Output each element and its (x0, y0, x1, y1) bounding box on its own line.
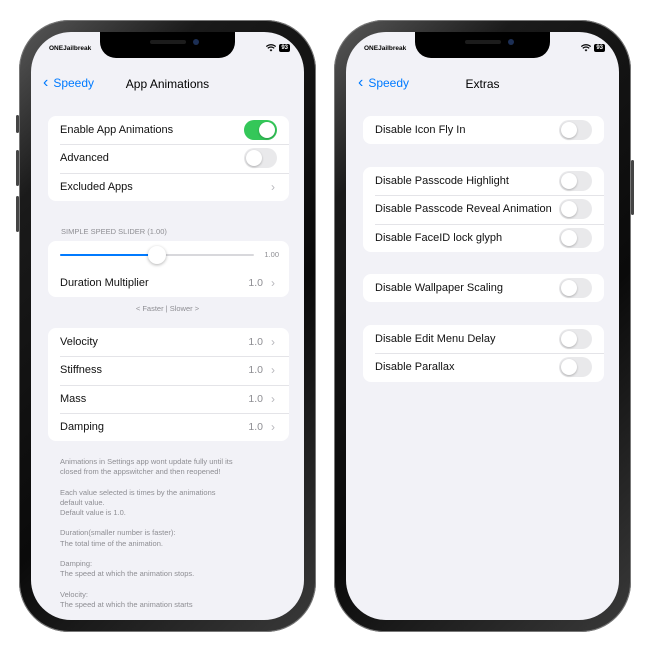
row-label: Velocity (60, 336, 98, 349)
speed-slider-row: 1.00 (48, 241, 289, 269)
footer-line (60, 477, 286, 487)
footer-line: closed from the appswitcher and then reo… (60, 467, 221, 477)
footer-line: The total time of the animation. (60, 538, 163, 548)
disable-passcode-highlight-row[interactable]: Disable Passcode Highlight (363, 167, 604, 195)
speed-slider-thumb[interactable] (148, 246, 166, 264)
carrier-label: ONEJailbreak (49, 45, 92, 52)
row-label: Disable Icon Fly In (375, 124, 466, 137)
footer-line (60, 549, 286, 559)
disable-faceid-glyph-toggle[interactable] (559, 227, 592, 248)
chevron-right-icon: › (271, 420, 275, 435)
disable-edit-menu-delay-row[interactable]: Disable Edit Menu Delay (363, 325, 604, 353)
row-label: Mass (60, 392, 87, 405)
enable-app-animations-toggle[interactable] (244, 120, 277, 140)
row-label: Excluded Apps (60, 180, 133, 193)
nav-bar: ‹ Speedy App Animations (31, 75, 304, 96)
disable-wallpaper-scaling-row[interactable]: Disable Wallpaper Scaling (363, 274, 604, 302)
disable-passcode-reveal-toggle[interactable] (559, 199, 592, 220)
disable-parallax-row[interactable]: Disable Parallax (363, 353, 604, 381)
footer-line: Duration(smaller number is faster): (60, 528, 176, 538)
chevron-right-icon: › (271, 391, 275, 406)
velocity-row[interactable]: Velocity 1.0 › (48, 328, 289, 356)
speed-slider-fill (60, 254, 157, 256)
footer-line: The speed at which the animation starts (60, 599, 193, 609)
disable-icon-fly-in-toggle[interactable] (559, 120, 592, 140)
chevron-right-icon: › (271, 363, 275, 378)
row-label: Damping (60, 421, 105, 434)
footer-line (60, 518, 286, 528)
disable-passcode-reveal-row[interactable]: Disable Passcode Reveal Animation (363, 195, 604, 223)
advanced-toggle[interactable] (244, 148, 277, 169)
row-value: 1.0 (248, 277, 263, 290)
right-screen: ONEJailbreak 93 ‹ Speedy Extras Disable … (346, 32, 619, 620)
slider-group: 1.00 Duration Multiplier 1.0 › (48, 241, 289, 298)
footer-line: Damping: (60, 559, 93, 569)
footer-line: Default value is 1.0. (60, 508, 126, 518)
slider-section-label: SIMPLE SPEED SLIDER (1.00) (61, 227, 167, 236)
wifi-icon (266, 44, 276, 52)
left-phone-frame: ONEJailbreak 93 ‹ Speedy App Animations … (16, 20, 316, 632)
row-label: Disable Edit Menu Delay (375, 333, 496, 346)
wallpaper-group: Disable Wallpaper Scaling (363, 274, 604, 303)
disable-passcode-highlight-toggle[interactable] (559, 171, 592, 191)
mass-row[interactable]: Mass 1.0 › (48, 384, 289, 413)
volume-down-button (16, 196, 19, 232)
row-label: Disable FaceID lock glyph (375, 231, 503, 244)
nav-bar: ‹ Speedy Extras (346, 75, 619, 96)
passcode-group: Disable Passcode Highlight Disable Passc… (363, 167, 604, 252)
row-label: Stiffness (60, 364, 102, 377)
disable-faceid-glyph-row[interactable]: Disable FaceID lock glyph (363, 223, 604, 252)
side-button (631, 160, 634, 215)
footer-line: Animations in Settings app wont update f… (60, 457, 233, 466)
damping-row[interactable]: Damping 1.0 › (48, 412, 289, 441)
battery-icon: 93 (279, 44, 290, 52)
disable-edit-menu-delay-toggle[interactable] (559, 329, 592, 349)
chevron-right-icon: › (271, 335, 275, 350)
advanced-row[interactable]: Advanced (48, 144, 289, 172)
row-label: Disable Wallpaper Scaling (375, 282, 503, 295)
row-value: 1.0 (248, 392, 263, 405)
row-value: 1.0 (248, 421, 263, 434)
footer-line: The speed at which the animation stops. (60, 569, 195, 579)
disable-wallpaper-scaling-toggle[interactable] (559, 278, 592, 298)
slider-value-label: 1.00 (264, 250, 279, 259)
row-label: Advanced (60, 152, 109, 165)
excluded-apps-row[interactable]: Excluded Apps › (48, 172, 289, 201)
disable-icon-fly-in-row[interactable]: Disable Icon Fly In (363, 116, 604, 144)
footer-line: Velocity: (60, 589, 88, 599)
carrier-label: ONEJailbreak (364, 45, 407, 52)
footer-line (60, 579, 286, 589)
battery-icon: 93 (594, 44, 605, 52)
footer-line: default value. (60, 497, 105, 507)
notch (100, 32, 235, 58)
notch (415, 32, 550, 58)
row-label: Duration Multiplier (60, 277, 149, 290)
row-value: 1.0 (248, 336, 263, 349)
physics-group: Velocity 1.0 › Stiffness 1.0 › Mass 1.0 … (48, 328, 289, 442)
right-phone-frame: ONEJailbreak 93 ‹ Speedy Extras Disable … (334, 20, 634, 632)
disable-parallax-toggle[interactable] (559, 357, 592, 378)
row-label: Enable App Animations (60, 124, 174, 137)
row-label: Disable Parallax (375, 361, 455, 374)
enable-app-animations-row[interactable]: Enable App Animations (48, 116, 289, 144)
icon-fly-group: Disable Icon Fly In (363, 116, 604, 145)
stiffness-row[interactable]: Stiffness 1.0 › (48, 356, 289, 384)
volume-up-button (16, 150, 19, 186)
left-screen: ONEJailbreak 93 ‹ Speedy App Animations … (31, 32, 304, 620)
mute-switch (16, 115, 19, 133)
row-label: Disable Passcode Highlight (375, 175, 509, 188)
row-label: Disable Passcode Reveal Animation (375, 203, 552, 216)
wifi-icon (581, 44, 591, 52)
chevron-right-icon: › (271, 276, 275, 291)
misc-group: Disable Edit Menu Delay Disable Parallax (363, 325, 604, 382)
settings-group-main: Enable App Animations Advanced Excluded … (48, 116, 289, 201)
chevron-right-icon: › (271, 179, 275, 194)
page-title: Extras (465, 77, 500, 91)
row-value: 1.0 (248, 364, 263, 377)
footer-note: Animations in Settings app wont update f… (60, 457, 286, 610)
page-title: App Animations (125, 77, 210, 91)
footer-line: Each value selected is times by the anim… (60, 487, 216, 497)
duration-multiplier-row[interactable]: Duration Multiplier 1.0 › (48, 269, 289, 297)
faster-slower-note: < Faster | Slower > (135, 304, 200, 313)
